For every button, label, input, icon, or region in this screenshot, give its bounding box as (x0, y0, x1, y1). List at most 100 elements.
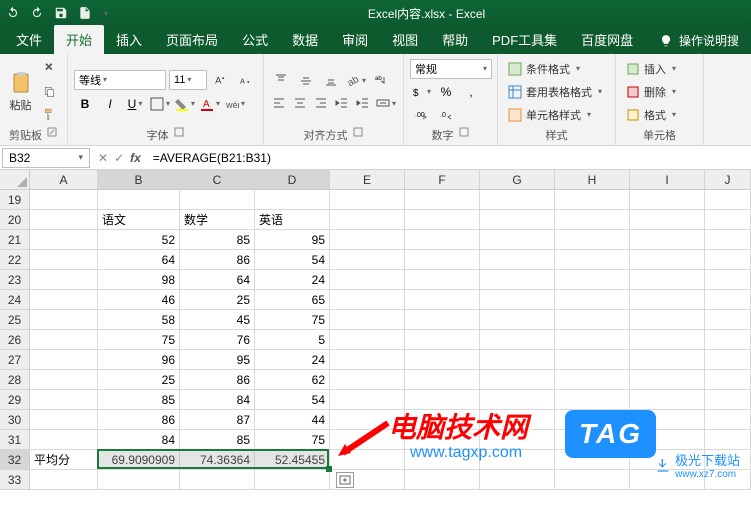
delete-cells-button[interactable]: 删除▾ (622, 82, 697, 102)
cell[interactable]: 86 (98, 410, 180, 430)
cell[interactable] (330, 210, 405, 230)
align-center-icon[interactable] (291, 93, 309, 113)
cell[interactable] (705, 430, 751, 450)
cell[interactable] (630, 370, 705, 390)
tab-file[interactable]: 文件 (4, 25, 54, 54)
cell[interactable]: 52.45455 (255, 450, 330, 470)
cell[interactable] (30, 330, 98, 350)
col-header-I[interactable]: I (630, 170, 705, 190)
cell[interactable] (480, 210, 555, 230)
cell[interactable]: 24 (255, 270, 330, 290)
font-launcher-icon[interactable] (173, 127, 185, 139)
cell[interactable] (555, 190, 630, 210)
align-launcher-icon[interactable] (352, 127, 364, 139)
cell[interactable] (180, 470, 255, 490)
col-header-C[interactable]: C (180, 170, 255, 190)
cancel-formula-icon[interactable]: ✕ (98, 151, 108, 165)
tab-baidu-drive[interactable]: 百度网盘 (569, 25, 645, 54)
cell[interactable] (630, 330, 705, 350)
cell[interactable] (255, 190, 330, 210)
cell[interactable] (630, 310, 705, 330)
cell[interactable] (630, 290, 705, 310)
document-icon[interactable] (78, 6, 92, 20)
format-cells-button[interactable]: 格式▾ (622, 105, 697, 125)
underline-icon[interactable]: U▾ (124, 94, 146, 114)
row-header-23[interactable]: 23 (0, 270, 30, 290)
cell[interactable] (630, 210, 705, 230)
row-header-31[interactable]: 31 (0, 430, 30, 450)
format-painter-icon[interactable] (39, 105, 61, 125)
wrap-text-icon[interactable]: ab (370, 70, 392, 90)
cell[interactable] (98, 190, 180, 210)
cell[interactable] (630, 230, 705, 250)
cell[interactable] (330, 250, 405, 270)
cell[interactable] (405, 270, 480, 290)
row-header-20[interactable]: 20 (0, 210, 30, 230)
cell[interactable] (705, 210, 751, 230)
comma-icon[interactable]: , (460, 82, 482, 102)
cell[interactable]: 69.9090909 (98, 450, 180, 470)
tab-pdf-tools[interactable]: PDF工具集 (480, 25, 569, 54)
cell-styles-button[interactable]: 单元格样式▾ (504, 105, 609, 125)
cell[interactable] (405, 210, 480, 230)
cell[interactable]: 54 (255, 390, 330, 410)
decrease-decimal-icon[interactable]: .0 (435, 105, 457, 125)
cell[interactable] (330, 310, 405, 330)
col-header-A[interactable]: A (30, 170, 98, 190)
cell[interactable] (30, 230, 98, 250)
autofill-options-icon[interactable] (336, 472, 354, 488)
insert-function-icon[interactable]: fx (130, 151, 141, 165)
cell[interactable] (705, 290, 751, 310)
cell[interactable] (30, 310, 98, 330)
cell[interactable] (555, 330, 630, 350)
cell[interactable] (630, 250, 705, 270)
cell[interactable] (330, 290, 405, 310)
cell[interactable] (30, 370, 98, 390)
cell[interactable] (480, 290, 555, 310)
accounting-icon[interactable]: $▾ (410, 82, 432, 102)
row-header-25[interactable]: 25 (0, 310, 30, 330)
cell[interactable] (705, 230, 751, 250)
orientation-icon[interactable]: ab▾ (345, 70, 367, 90)
cell[interactable] (330, 270, 405, 290)
cell[interactable] (705, 310, 751, 330)
cell[interactable]: 84 (180, 390, 255, 410)
cell[interactable] (405, 310, 480, 330)
cell[interactable] (555, 230, 630, 250)
enter-formula-icon[interactable]: ✓ (114, 151, 124, 165)
cell[interactable] (555, 310, 630, 330)
cell[interactable]: 5 (255, 330, 330, 350)
redo-icon[interactable] (30, 6, 44, 20)
cell[interactable] (405, 370, 480, 390)
cell[interactable]: 46 (98, 290, 180, 310)
row-header-32[interactable]: 32 (0, 450, 30, 470)
cell[interactable]: 54 (255, 250, 330, 270)
cell[interactable] (555, 370, 630, 390)
cell[interactable]: 语文 (98, 210, 180, 230)
insert-cells-button[interactable]: 插入▾ (622, 59, 697, 79)
cell[interactable]: 98 (98, 270, 180, 290)
cell[interactable] (330, 190, 405, 210)
format-as-table-button[interactable]: 套用表格格式▾ (504, 82, 609, 102)
copy-icon[interactable] (39, 82, 61, 102)
cell[interactable] (30, 250, 98, 270)
cell[interactable] (330, 350, 405, 370)
cell[interactable]: 45 (180, 310, 255, 330)
cell[interactable]: 数学 (180, 210, 255, 230)
cell[interactable] (705, 250, 751, 270)
cell[interactable] (405, 230, 480, 250)
undo-icon[interactable] (6, 6, 20, 20)
col-header-J[interactable]: J (705, 170, 751, 190)
italic-icon[interactable]: I (99, 94, 121, 114)
cell[interactable] (30, 390, 98, 410)
col-header-G[interactable]: G (480, 170, 555, 190)
col-header-F[interactable]: F (405, 170, 480, 190)
cell[interactable] (480, 350, 555, 370)
merge-icon[interactable]: ▾ (375, 93, 397, 113)
cell[interactable] (330, 230, 405, 250)
row-header-28[interactable]: 28 (0, 370, 30, 390)
cell[interactable] (705, 350, 751, 370)
cell[interactable] (480, 330, 555, 350)
cell[interactable]: 86 (180, 250, 255, 270)
row-header-30[interactable]: 30 (0, 410, 30, 430)
